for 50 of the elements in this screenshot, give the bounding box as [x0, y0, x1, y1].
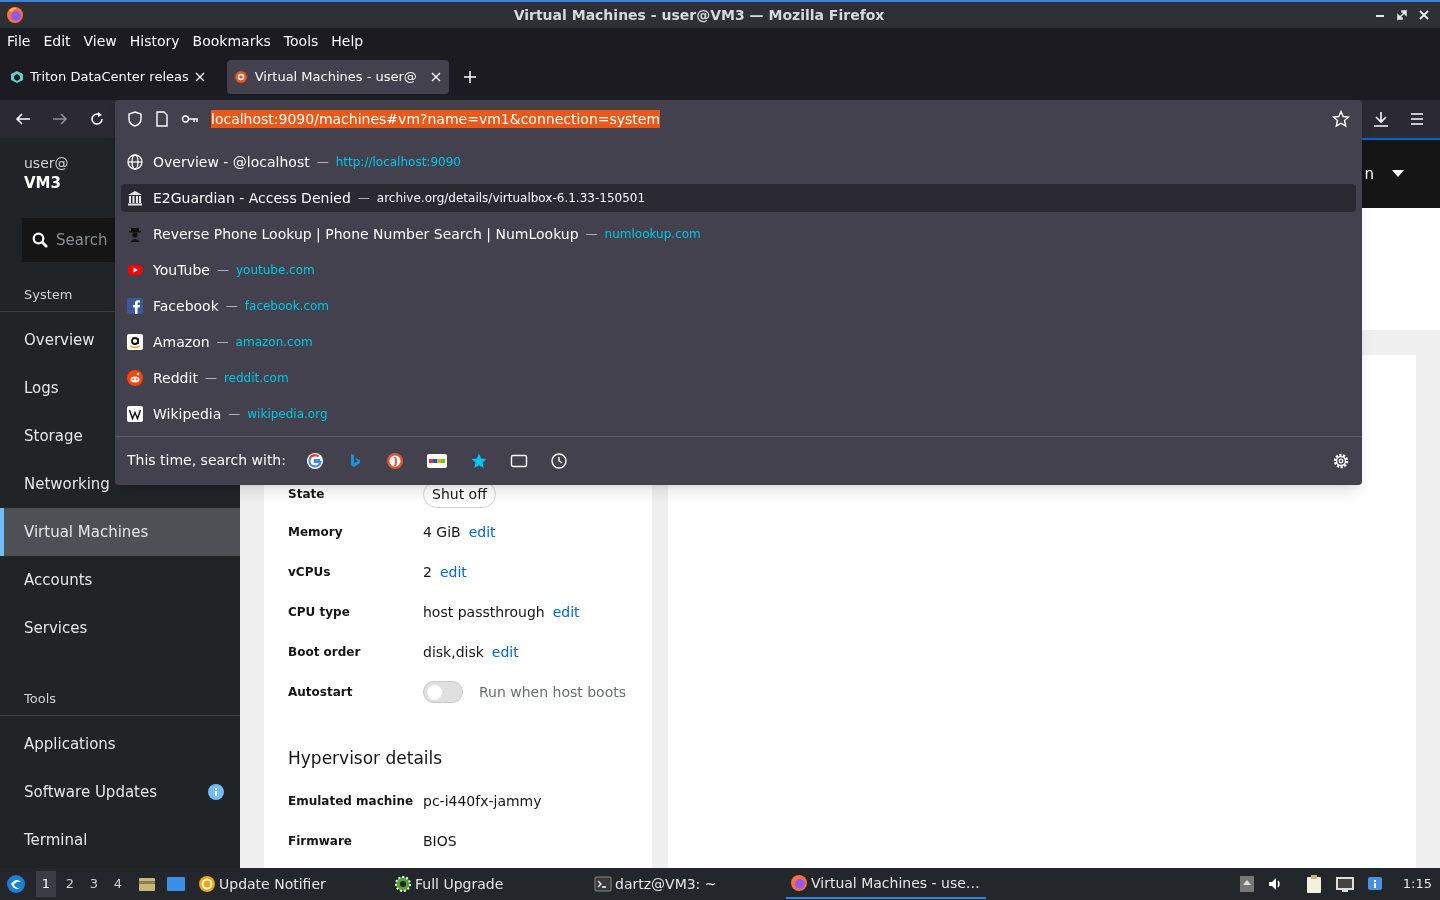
separator-dash: — — [204, 370, 217, 387]
section-label: Tools — [24, 689, 57, 708]
field-value: disk,disk — [423, 642, 484, 662]
separator-dash: — — [216, 262, 229, 279]
separator-dash: — — [216, 334, 229, 351]
field-label: Boot order — [288, 644, 362, 661]
suggestion-url: amazon.com — [235, 334, 313, 351]
masthead-text: n — [1364, 163, 1374, 185]
separator-dash: — — [357, 190, 370, 207]
suggestion-url: wikipedia.org — [247, 406, 328, 423]
field-label: Memory — [288, 524, 344, 541]
suggestion-url: numlookup.com — [604, 226, 701, 243]
host-name: VM3 — [24, 173, 61, 193]
toggle-label: Run when host boots — [479, 682, 627, 702]
suggestion-title: Reverse Phone Lookup | Phone Number Search | NumLookup — [153, 224, 579, 245]
suggestion-title: Amazon — [153, 332, 210, 352]
suggestion-url: archive.org/details/virtualbox-6.1.33-150501 — [376, 190, 646, 207]
field-label: CPU type — [288, 604, 351, 621]
suggestion-url: reddit.com — [223, 370, 289, 387]
suggestion-url: facebook.com — [244, 298, 330, 315]
separator-dash: — — [585, 226, 598, 243]
field-value: BIOS — [423, 831, 457, 851]
suggestion-url: http://localhost:9090 — [335, 154, 461, 171]
field-label: Firmware — [288, 833, 353, 850]
field-value: pc-i440fx-jammy — [423, 791, 542, 811]
user-label: user@ — [24, 154, 69, 173]
separator-dash: — — [316, 154, 329, 171]
field-value: 2 — [423, 562, 432, 582]
suggestion-url: youtube.com — [235, 262, 315, 279]
suggestion-title: Facebook — [153, 296, 219, 316]
field-value: 4 GiB — [423, 522, 461, 542]
suggestion-title: Overview - @localhost — [153, 152, 310, 172]
suggestion-title: Reddit — [153, 368, 198, 388]
tab-title: Triton DataCenter releas — [30, 68, 189, 87]
suggestion-title: YouTube — [153, 260, 210, 280]
clock: 1:15 — [1402, 875, 1432, 894]
separator-dash: — — [228, 406, 241, 423]
suggestion-title: Wikipedia — [153, 404, 222, 424]
tab-title: Virtual Machines - user@ — [254, 68, 418, 87]
field-label: State — [288, 486, 326, 503]
search-with-label: This time, search with: — [127, 451, 286, 470]
field-label: Emulated machine — [288, 793, 415, 810]
window-title: Virtual Machines - user@VM3 — Mozilla Firefox — [512, 5, 886, 25]
suggestion-title: E2Guardian - Access Denied — [153, 188, 351, 208]
field-label: Autostart — [288, 684, 354, 701]
field-value: host passthrough — [423, 602, 545, 622]
section-label: System — [24, 285, 73, 304]
separator-dash: — — [225, 298, 238, 315]
section-heading: Hypervisor details — [288, 747, 444, 771]
field-label: vCPUs — [288, 564, 332, 581]
